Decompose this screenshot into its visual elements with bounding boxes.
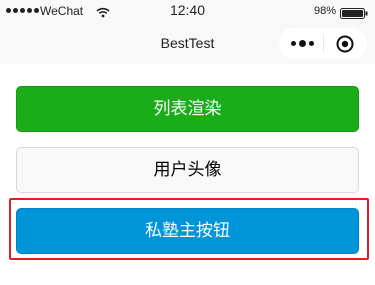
user-avatar-button[interactable]: 用户头像 xyxy=(16,147,359,193)
capsule-divider xyxy=(323,35,324,52)
primary-button[interactable]: 私塾主按钮 xyxy=(16,208,359,254)
list-render-button[interactable]: 列表渲染 xyxy=(16,86,359,132)
menu-capsule xyxy=(279,28,367,59)
battery-percent: 98% xyxy=(314,5,337,17)
navigation-bar: BestTest xyxy=(0,22,375,64)
more-icon[interactable] xyxy=(291,40,314,47)
status-bar: WeChat 12:40 98% xyxy=(0,0,375,22)
close-icon[interactable] xyxy=(336,35,354,58)
